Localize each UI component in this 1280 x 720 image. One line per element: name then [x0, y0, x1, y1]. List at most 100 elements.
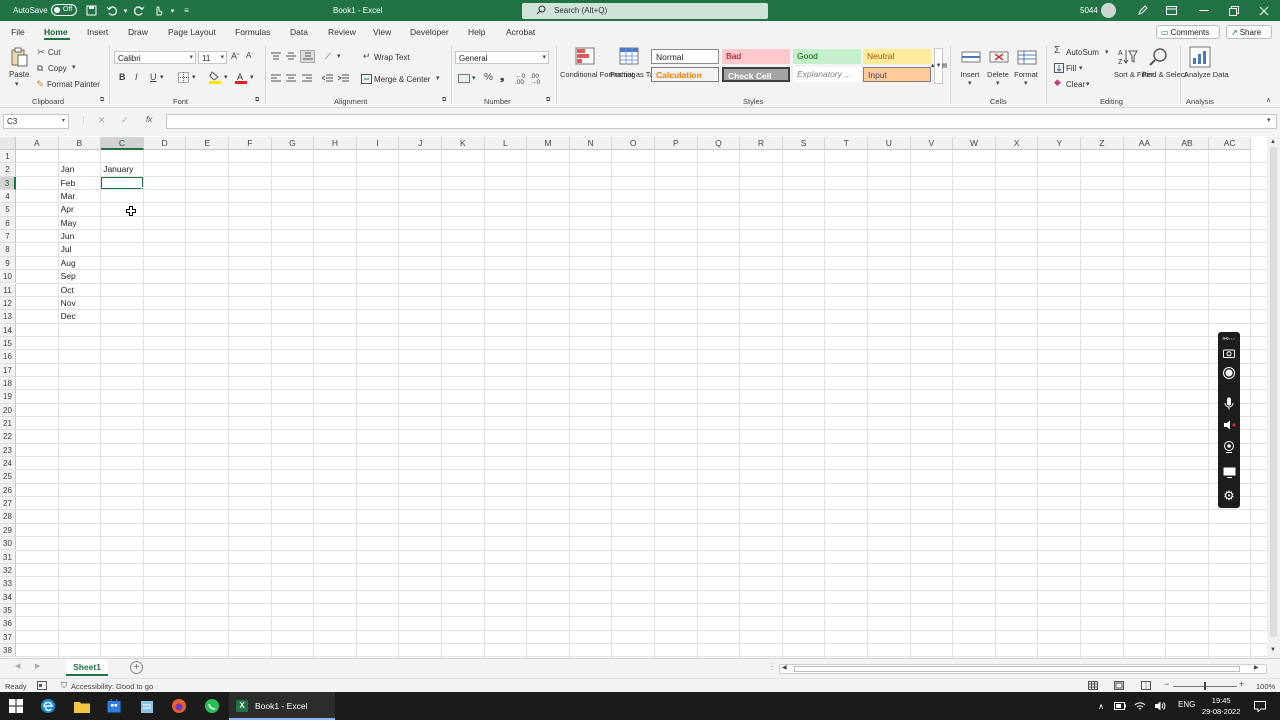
column-header-u[interactable]: U [868, 137, 911, 150]
cell-b4[interactable]: Mar [59, 190, 76, 203]
fill-icon[interactable] [1054, 63, 1064, 73]
row-header-26[interactable]: 26 [0, 483, 16, 498]
column-header-c[interactable]: C [101, 137, 144, 150]
formula-options-icon[interactable]: ⋮ [80, 117, 87, 124]
horizontal-scrollbar[interactable]: ◀ ▶ [779, 664, 1267, 674]
format-painter-label[interactable]: Format Painter [47, 80, 100, 89]
paste-icon[interactable] [9, 46, 29, 68]
row-header-6[interactable]: 6 [0, 216, 16, 231]
tab-split-icon[interactable]: ⋮ [768, 663, 776, 671]
tab-home[interactable]: Home [44, 27, 68, 37]
format-as-table-label[interactable]: Format as Table [610, 70, 664, 79]
row-header-36[interactable]: 36 [0, 617, 16, 631]
share-button[interactable]: ↗ Share [1226, 25, 1272, 39]
page-break-view-icon[interactable] [1141, 681, 1151, 690]
font-color-dropdown-icon[interactable]: ▾ [250, 74, 254, 81]
row-header-22[interactable]: 22 [0, 430, 16, 444]
align-right-icon[interactable] [302, 73, 312, 83]
scroll-left-icon[interactable]: ◀ [782, 665, 787, 671]
row-header-20[interactable]: 20 [0, 403, 16, 417]
tab-help[interactable]: Help [468, 27, 485, 37]
fill-color-icon[interactable] [209, 71, 221, 84]
tab-review[interactable]: Review [328, 27, 356, 37]
style-good[interactable]: Good [793, 49, 861, 64]
orientation-icon[interactable]: ⟋ [323, 51, 333, 61]
column-header-aa[interactable]: AA [1123, 137, 1167, 150]
column-header-t[interactable]: T [825, 137, 868, 150]
undo-dropdown-icon[interactable]: ▾ [119, 4, 132, 17]
row-header-17[interactable]: 17 [0, 363, 16, 377]
delete-label[interactable]: Delete [986, 70, 1010, 79]
wrap-text-label[interactable]: Wrap Text [374, 53, 410, 62]
row-header-25[interactable]: 25 [0, 470, 16, 484]
merge-center-icon[interactable] [361, 73, 372, 84]
fill-dropdown-icon[interactable]: ▾ [1079, 65, 1083, 72]
row-header-9[interactable]: 9 [0, 256, 16, 271]
save-icon[interactable] [85, 4, 98, 17]
customize-qat-icon[interactable]: ≡ [180, 4, 193, 17]
clock[interactable]: 19:45 29-08-2022 [1202, 695, 1240, 717]
touch-dropdown-icon[interactable]: ▾ [166, 4, 179, 17]
style-check-cell[interactable]: Check Cell [722, 67, 790, 82]
column-header-j[interactable]: J [399, 137, 442, 150]
tab-file[interactable]: File [11, 27, 25, 37]
cell-b13[interactable]: Dec [59, 310, 76, 323]
search-box[interactable]: Search (Alt+Q) [522, 3, 768, 19]
align-center-icon[interactable] [286, 73, 296, 83]
tab-acrobat[interactable]: Acrobat [506, 27, 535, 37]
column-header-ac[interactable]: AC [1208, 137, 1252, 150]
number-launcher-icon[interactable]: ⧉ [546, 97, 550, 103]
format-painter-icon[interactable]: ✎ [35, 79, 45, 89]
format-as-table-icon[interactable] [618, 46, 640, 66]
page-layout-view-icon[interactable] [1114, 681, 1124, 690]
wrap-text-icon[interactable]: ↵ [361, 51, 372, 62]
row-header-14[interactable]: 14 [0, 323, 16, 337]
clear-icon[interactable]: ◆ [1054, 78, 1061, 87]
collapse-ribbon-icon[interactable]: ∧ [1266, 97, 1271, 104]
font-color-icon[interactable]: A [235, 71, 247, 84]
new-sheet-icon[interactable]: + [130, 661, 143, 674]
format-label[interactable]: Format [1012, 70, 1040, 79]
redo-icon[interactable] [133, 4, 146, 17]
cut-icon[interactable]: ✂ [36, 47, 46, 57]
expand-formula-bar-icon[interactable]: ▾ [1267, 117, 1271, 124]
column-header-r[interactable]: R [740, 137, 783, 150]
tab-formulas[interactable]: Formulas [235, 27, 270, 37]
column-header-l[interactable]: L [484, 137, 528, 150]
zoom-out-icon[interactable]: − [1164, 680, 1169, 689]
taskbar-excel-button[interactable]: X Book1 - Excel [229, 692, 335, 720]
tab-page-layout[interactable]: Page Layout [168, 27, 216, 37]
store-icon[interactable] [105, 697, 123, 715]
copy-dropdown-icon[interactable]: ▾ [72, 64, 76, 71]
row-header-35[interactable]: 35 [0, 603, 16, 618]
row-header-21[interactable]: 21 [0, 417, 16, 431]
zoom-level[interactable]: 100% [1256, 682, 1275, 691]
cell-b7[interactable]: Jun [59, 230, 75, 243]
windows-start-icon[interactable] [7, 697, 25, 715]
row-header-28[interactable]: 28 [0, 510, 16, 524]
fill-label[interactable]: Fill [1066, 64, 1076, 73]
settings-icon[interactable]: ⚙ [1218, 488, 1240, 504]
row-header-33[interactable]: 33 [0, 577, 16, 591]
scroll-right-icon[interactable]: ▶ [1254, 665, 1259, 671]
wifi-icon[interactable] [1131, 697, 1149, 715]
column-header-k[interactable]: K [442, 137, 485, 150]
cell-b2[interactable]: Jan [59, 163, 75, 176]
row-header-32[interactable]: 32 [0, 563, 16, 578]
sort-filter-label[interactable]: Sort & Filter [1114, 70, 1154, 79]
bold-button[interactable]: B [119, 73, 126, 82]
sheet-tab-sheet1[interactable]: Sheet1 [66, 659, 108, 676]
paste-label[interactable]: Paste [9, 70, 29, 79]
avatar[interactable] [1101, 3, 1116, 18]
column-header-n[interactable]: N [569, 137, 613, 150]
show-hidden-icons-icon[interactable]: ∧ [1092, 697, 1110, 715]
cell-b8[interactable]: Jul [59, 243, 72, 256]
insert-cells-icon[interactable] [960, 47, 981, 67]
cell-b10[interactable]: Sep [59, 270, 76, 283]
merge-dropdown-icon[interactable]: ▾ [436, 75, 440, 82]
style-bad[interactable]: Bad [722, 49, 790, 64]
borders-dropdown-icon[interactable]: ▾ [192, 74, 196, 81]
shrink-font-icon[interactable]: Aˇ [246, 52, 253, 60]
cell-b9[interactable]: Aug [59, 257, 76, 270]
row-header-37[interactable]: 37 [0, 630, 16, 644]
